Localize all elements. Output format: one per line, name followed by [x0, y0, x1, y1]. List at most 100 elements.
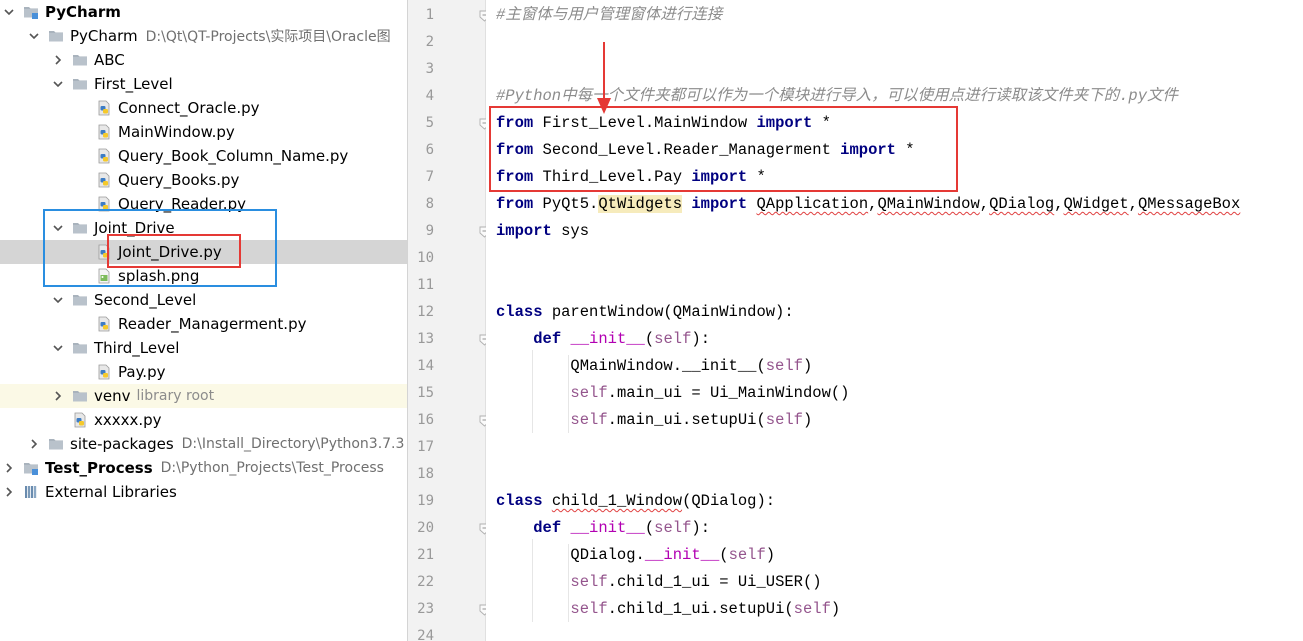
tree-item-reader-managerment-py[interactable]: Reader_Managerment.py: [0, 312, 407, 336]
code-token: ): [830, 600, 841, 618]
chevron-right-icon[interactable]: [3, 462, 15, 474]
folder-icon: [72, 388, 88, 404]
tree-item-path: D:\Python_Projects\Test_Process: [160, 460, 384, 476]
indent-guide: [532, 539, 533, 622]
tree-item-abc[interactable]: ABC: [0, 48, 407, 72]
line-number: 1: [425, 7, 434, 23]
code-line[interactable]: #主窗体与用户管理窗体进行连接: [496, 2, 722, 29]
tree-item-path: D:\Install_Directory\Python3.7.3: [181, 436, 405, 452]
code-token: self: [765, 411, 803, 429]
code-line[interactable]: from PyQt5.QtWidgets import QApplication…: [496, 191, 1240, 218]
line-number: 6: [425, 142, 434, 158]
tree-item-external-libraries[interactable]: External Libraries: [0, 480, 407, 504]
tree-item-pay-py[interactable]: Pay.py: [0, 360, 407, 384]
code-token: ): [765, 546, 776, 564]
code-line[interactable]: self.main_ui.setupUi(self): [496, 407, 812, 434]
tree-item-test-process[interactable]: Test_Process D:\Python_Projects\Test_Proc…: [0, 456, 407, 480]
line-number: 8: [425, 196, 434, 212]
code-line[interactable]: QMainWindow.__init__(self): [496, 353, 812, 380]
code-token: (: [644, 330, 655, 348]
code-token: ,: [1054, 195, 1064, 213]
tree-item-label: site-packages: [70, 435, 174, 453]
chevron-down-icon[interactable]: [52, 294, 64, 306]
indent-guide: [568, 544, 569, 622]
code-token: import: [691, 195, 748, 213]
code-line[interactable]: import sys: [496, 218, 589, 245]
code-line[interactable]: self.child_1_ui.setupUi(self): [496, 596, 840, 623]
code-line[interactable]: class child_1_Window(QDialog):: [496, 488, 775, 515]
chevron-down-icon[interactable]: [52, 342, 64, 354]
tree-item-label: PyCharm: [70, 27, 138, 45]
line-number: 21: [417, 547, 434, 563]
chevron-down-icon[interactable]: [52, 78, 64, 90]
tree-item-site-packages[interactable]: site-packages D:\Install_Directory\Python…: [0, 432, 407, 456]
chevron-down-icon[interactable]: [3, 6, 15, 18]
line-number: 10: [417, 250, 434, 266]
tree-item-query-books-py[interactable]: Query_Books.py: [0, 168, 407, 192]
code-line[interactable]: def __init__(self):: [496, 326, 710, 353]
tree-item-query-book-column-name-py[interactable]: Query_Book_Column_Name.py: [0, 144, 407, 168]
code-token: ):: [691, 330, 710, 348]
tree-item-label: Test_Process: [45, 459, 153, 477]
code-token: self: [570, 600, 608, 618]
tree-item-label: MainWindow.py: [118, 123, 235, 141]
tree-item-third-level[interactable]: Third_Level: [0, 336, 407, 360]
code-token: ): [802, 357, 813, 375]
python-file-icon: [96, 124, 112, 140]
code-line[interactable]: self.main_ui = Ui_MainWindow(): [496, 380, 849, 407]
tree-item-venv[interactable]: venv library root: [0, 384, 407, 408]
tree-item-label: Pay.py: [118, 363, 166, 381]
code-token: self: [793, 600, 831, 618]
code-line[interactable]: def __init__(self):: [496, 515, 710, 542]
code-token: self: [654, 519, 692, 537]
code-token: __init__: [570, 330, 645, 348]
code-token: self: [654, 330, 692, 348]
tree-item-xxxxx-py[interactable]: xxxxx.py: [0, 408, 407, 432]
code-token: def: [533, 519, 562, 537]
code-token: QDialog.: [496, 546, 645, 564]
code-token: (QDialog):: [682, 492, 776, 510]
code-line[interactable]: class parentWindow(QMainWindow):: [496, 299, 794, 326]
code-token: #主窗体与用户管理窗体进行连接: [496, 6, 723, 24]
python-file-icon: [96, 316, 112, 332]
code-token: ,: [1128, 195, 1138, 213]
line-number: 15: [417, 385, 434, 401]
line-number: 18: [417, 466, 434, 482]
tree-item-mainwindow-py[interactable]: MainWindow.py: [0, 120, 407, 144]
tree-item-connect-oracle-py[interactable]: Connect_Oracle.py: [0, 96, 407, 120]
tree-item-label: xxxxx.py: [94, 411, 162, 429]
tree-item-first-level[interactable]: First_Level: [0, 72, 407, 96]
code-token: self: [570, 384, 608, 402]
chevron-right-icon[interactable]: [52, 390, 64, 402]
chevron-down-icon[interactable]: [28, 30, 40, 42]
line-number: 7: [425, 169, 434, 185]
python-file-icon: [96, 148, 112, 164]
code-token: QtWidgets: [598, 195, 683, 213]
line-number: 16: [417, 412, 434, 428]
code-token: ):: [691, 519, 710, 537]
editor-gutter: 1 2 3 4 5 6 7 8 9 10 11 12 13 14 15 16 17 18 19 20 21 22 23 24: [408, 0, 490, 641]
tree-item-second-level[interactable]: Second_Level: [0, 288, 407, 312]
code-token: self: [570, 411, 608, 429]
code-token: def: [533, 330, 562, 348]
library-icon: [23, 484, 39, 500]
tree-item-label: Query_Books.py: [118, 171, 240, 189]
tree-item-pycharm[interactable]: PyCharm: [0, 0, 407, 24]
code-token: .main_ui.setupUi(: [607, 411, 766, 429]
code-token: self: [728, 546, 766, 564]
line-number: 19: [417, 493, 434, 509]
tree-item-pycharm[interactable]: PyCharm D:\Qt\QT-Projects\实际项目\Oracle图: [0, 24, 407, 48]
tree-item-label: ABC: [94, 51, 125, 69]
folder-icon: [48, 28, 64, 44]
chevron-right-icon[interactable]: [52, 54, 64, 66]
chevron-right-icon[interactable]: [28, 438, 40, 450]
chevron-right-icon[interactable]: [3, 486, 15, 498]
code-line[interactable]: self.child_1_ui = Ui_USER(): [496, 569, 821, 596]
code-line[interactable]: QDialog.__init__(self): [496, 542, 775, 569]
